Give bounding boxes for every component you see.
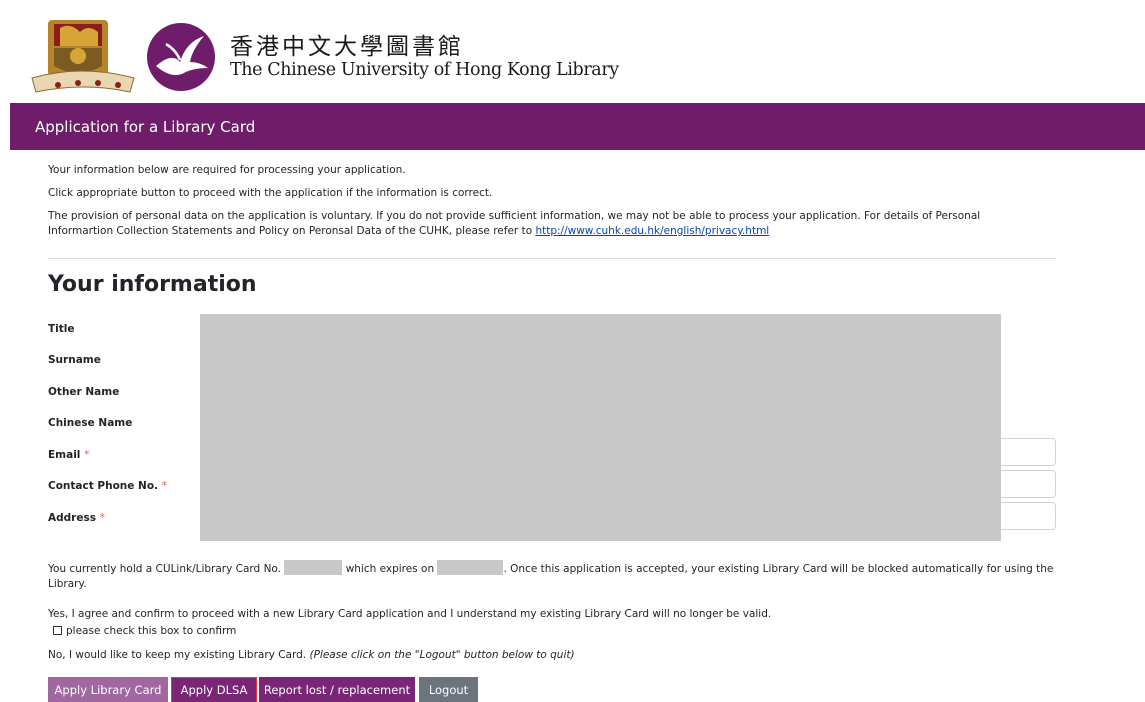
library-swallow-logo <box>147 23 215 91</box>
report-lost-button[interactable]: Report lost / replacement <box>259 677 415 702</box>
keep-card-statement: No, I would like to keep my existing Lib… <box>48 648 575 663</box>
privacy-policy-link[interactable]: http://www.cuhk.edu.hk/english/privacy.h… <box>535 225 769 237</box>
intro-paragraph-2: Click appropriate button to proceed with… <box>48 187 493 199</box>
site-header: 香港中文大學圖書館 The Chinese University of Hong… <box>0 0 1145 103</box>
logout-hint: (Please click on the "Logout" button bel… <box>309 649 575 661</box>
privacy-statement: The provision of personal data on the ap… <box>48 210 981 237</box>
apply-dlsa-button[interactable]: Apply DLSA <box>171 677 257 702</box>
apply-library-card-button[interactable]: Apply Library Card <box>48 677 168 702</box>
logout-button[interactable]: Logout <box>419 677 478 702</box>
chinese-name-label: Chinese Name <box>48 417 133 429</box>
surname-label: Surname <box>48 354 101 366</box>
required-asterisk: * <box>99 512 105 524</box>
confirm-checkbox[interactable] <box>53 626 62 635</box>
redacted-card-number <box>284 560 343 575</box>
keep-card-text: No, I would like to keep my existing Lib… <box>48 649 310 661</box>
cuhk-crest-logo <box>31 20 135 93</box>
address-label-text: Address <box>48 512 96 524</box>
required-asterisk: * <box>84 449 90 461</box>
page-title-bar: Application for a Library Card <box>10 103 1145 150</box>
existing-card-notice: You currently hold a CULink/Library Card… <box>48 560 1056 592</box>
library-name-chinese: 香港中文大學圖書館 <box>230 34 464 60</box>
intro-paragraph-3: The provision of personal data on the ap… <box>48 209 1048 239</box>
agree-statement: Yes, I agree and confirm to proceed with… <box>48 608 772 620</box>
section-title: Your information <box>48 272 257 297</box>
intro-paragraph-1: Your information below are required for … <box>48 164 406 176</box>
confirm-checkbox-label: please check this box to confirm <box>66 625 237 637</box>
title-label: Title <box>48 323 75 335</box>
address-label: Address * <box>48 512 105 524</box>
email-label: Email * <box>48 449 89 461</box>
other-name-label: Other Name <box>48 386 120 398</box>
redacted-expiry-date <box>437 560 504 575</box>
page-title: Application for a Library Card <box>35 118 256 136</box>
library-name-english: The Chinese University of Hong Kong Libr… <box>230 60 619 80</box>
divider <box>48 258 1056 259</box>
phone-label-text: Contact Phone No. <box>48 480 159 492</box>
phone-label: Contact Phone No. * <box>48 480 167 492</box>
email-label-text: Email <box>48 449 81 461</box>
redacted-personal-info <box>200 314 1001 541</box>
card-notice-pre: You currently hold a CULink/Library Card… <box>48 563 281 575</box>
confirm-checkbox-row[interactable]: please check this box to confirm <box>53 624 236 639</box>
required-asterisk: * <box>161 480 167 492</box>
card-notice-mid: which expires on <box>345 563 435 575</box>
